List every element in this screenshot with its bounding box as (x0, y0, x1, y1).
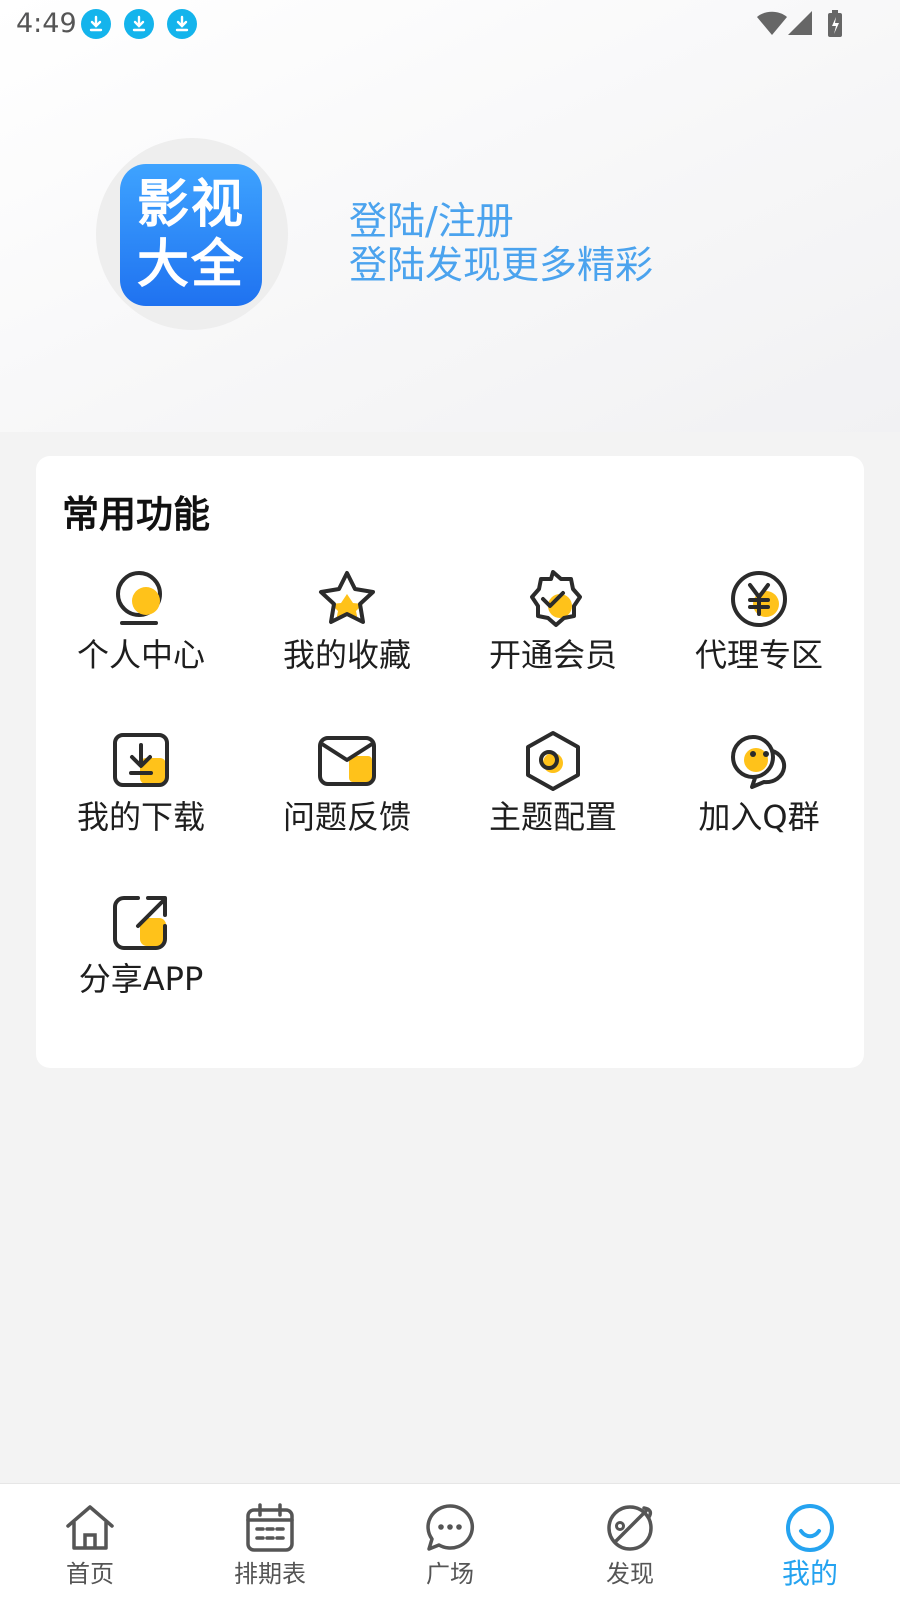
avatar[interactable]: 影视 大全 (96, 138, 288, 330)
download-notification-icon (167, 9, 197, 39)
yen-icon (731, 571, 787, 627)
func-my-favorites[interactable]: 我的收藏 (242, 568, 452, 698)
nav-item-mine[interactable]: 我的 (720, 1484, 900, 1601)
planet-icon (607, 1505, 653, 1551)
hex-theme-icon (526, 731, 580, 791)
func-label: 加入Q群 (698, 798, 820, 836)
func-my-downloads[interactable]: 我的下载 (36, 730, 246, 860)
download-icon (113, 733, 169, 787)
signal-icon (788, 11, 812, 35)
nav-item-schedule[interactable]: 排期表 (180, 1484, 360, 1601)
func-label: 分享APP (78, 960, 204, 998)
section-title: 常用功能 (62, 493, 210, 536)
nav-item-discover[interactable]: 发现 (540, 1484, 720, 1601)
status-time: 4:49 (16, 8, 77, 39)
func-label: 我的下载 (76, 798, 205, 836)
app-logo: 影视 大全 (120, 164, 262, 306)
nav-label: 广场 (426, 1560, 474, 1588)
download-notification-icon (81, 9, 111, 39)
status-bar: 4:49 (0, 0, 900, 48)
func-label: 代理专区 (694, 636, 823, 674)
func-label: 问题反馈 (282, 798, 411, 836)
chat-icon (426, 1504, 475, 1551)
func-theme-settings[interactable]: 主题配置 (448, 730, 658, 860)
func-label: 主题配置 (488, 798, 617, 836)
nav-label: 发现 (606, 1560, 654, 1588)
wifi-icon (757, 11, 787, 35)
profile-header: 影视 大全 登陆/注册 登陆发现更多精彩 (0, 0, 900, 432)
share-icon (113, 896, 167, 950)
calendar-icon (246, 1503, 294, 1552)
nav-label: 排期表 (234, 1560, 306, 1588)
func-label: 我的收藏 (282, 636, 411, 674)
battery-charging-icon (828, 10, 842, 37)
home-icon (66, 1505, 114, 1550)
smile-icon (786, 1504, 834, 1552)
user-icon (116, 571, 162, 625)
func-label: 开通会员 (488, 636, 617, 674)
nav-label: 我的 (781, 1557, 838, 1590)
chat-group-icon (731, 735, 787, 789)
func-personal-center[interactable]: 个人中心 (36, 568, 246, 698)
func-join-qq-group[interactable]: 加入Q群 (654, 730, 864, 860)
nav-item-square[interactable]: 广场 (360, 1484, 540, 1601)
func-feedback[interactable]: 问题反馈 (242, 730, 452, 860)
func-share-app[interactable]: 分享APP (36, 892, 246, 1022)
download-notification-icon (124, 9, 154, 39)
login-subtitle[interactable]: 登陆发现更多精彩 (349, 234, 653, 289)
common-functions-card: 常用功能 个人中心 我的收藏 开通会员 代理专区 我的下载 问题反馈 主题配置 … (36, 456, 864, 1068)
func-vip-membership[interactable]: 开通会员 (448, 568, 658, 698)
func-label: 个人中心 (76, 636, 205, 674)
star-icon (319, 571, 375, 624)
app-logo-line2: 大全 (136, 235, 245, 295)
nav-label: 首页 (66, 1560, 114, 1588)
app-logo-line1: 影视 (136, 175, 245, 235)
func-agent-zone[interactable]: 代理专区 (654, 568, 864, 698)
mail-icon (318, 736, 376, 786)
nav-item-home[interactable]: 首页 (0, 1484, 180, 1601)
bottom-nav: 首页 排期表 广场 发现 我的 (0, 1483, 900, 1601)
badge-check-icon (530, 570, 582, 627)
